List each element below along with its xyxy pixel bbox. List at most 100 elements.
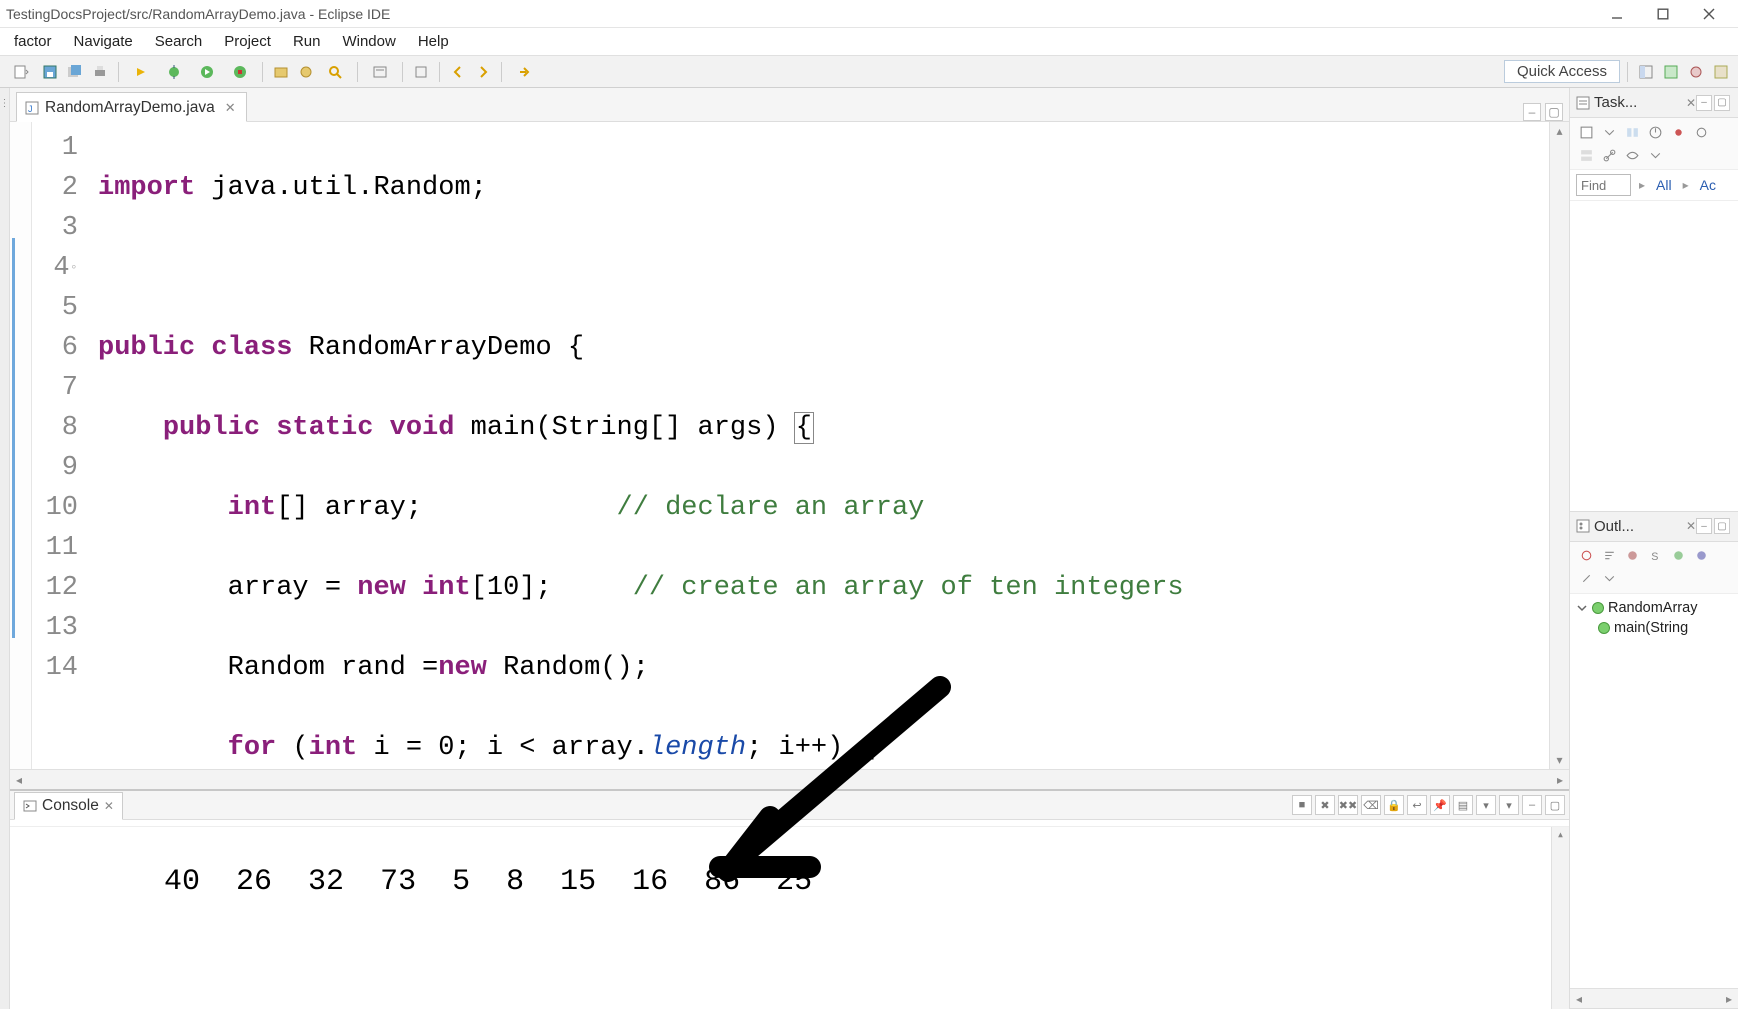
console-tab[interactable]: Console ✕ <box>14 792 123 820</box>
maximize-view-button[interactable]: ▢ <box>1714 95 1730 111</box>
menu-window[interactable]: Window <box>332 29 405 54</box>
scroll-left-icon[interactable]: ◂ <box>1576 992 1582 1006</box>
close-icon[interactable]: ✕ <box>104 799 114 813</box>
nav-back-button[interactable] <box>447 61 469 83</box>
scroll-up-icon[interactable]: ▴ <box>1556 122 1562 140</box>
menu-help[interactable]: Help <box>408 29 459 54</box>
menu-navigate[interactable]: Navigate <box>64 29 143 54</box>
menu-project[interactable]: Project <box>214 29 281 54</box>
schedule-button[interactable] <box>1645 122 1665 142</box>
clear-console-button[interactable]: ⌫ <box>1361 795 1381 815</box>
link-editor-button[interactable] <box>1576 569 1596 589</box>
outline-menu-dropdown[interactable] <box>1599 569 1619 589</box>
remove-all-button[interactable]: ✖✖ <box>1338 795 1358 815</box>
close-icon[interactable]: ✕ <box>225 100 236 116</box>
save-button[interactable] <box>39 61 61 83</box>
minimize-view-button[interactable]: – <box>1523 103 1541 121</box>
new-console-dropdown[interactable]: ▾ <box>1499 795 1519 815</box>
task-dropdown-button[interactable] <box>1599 122 1619 142</box>
maximize-view-button[interactable]: ▢ <box>1714 518 1730 534</box>
word-wrap-button[interactable]: ↩ <box>1407 795 1427 815</box>
trim-handle-icon[interactable]: ⋮ <box>0 98 10 109</box>
hide-fields-button[interactable] <box>1622 546 1642 566</box>
minimize-button[interactable] <box>1594 0 1640 28</box>
maximize-view-button[interactable]: ▢ <box>1545 795 1565 815</box>
maximize-button[interactable] <box>1640 0 1686 28</box>
toggle-mark-button[interactable] <box>410 61 432 83</box>
link-button[interactable] <box>1599 145 1619 165</box>
new-dropdown-button[interactable] <box>6 61 36 83</box>
outline-toolbar: S <box>1570 542 1738 594</box>
nav-forward-button[interactable] <box>472 61 494 83</box>
team-perspective-button[interactable] <box>1710 61 1732 83</box>
menu-run[interactable]: Run <box>283 29 331 54</box>
scroll-up-icon[interactable]: ▴ <box>1557 827 1564 842</box>
last-edit-button[interactable] <box>509 61 539 83</box>
debug-perspective-button[interactable] <box>1685 61 1707 83</box>
editor-tab-randomarraydemo[interactable]: J RandomArrayDemo.java ✕ <box>16 92 247 122</box>
outline-icon <box>1576 519 1590 533</box>
outline-node-class[interactable]: RandomArray <box>1576 598 1732 618</box>
new-task-button[interactable] <box>1576 122 1596 142</box>
terminate-button[interactable]: ■ <box>1292 795 1312 815</box>
editor-area[interactable]: 1 2 3 4◦ 5 6 7 8 9 10 11 12 13 14 import… <box>10 122 1569 769</box>
java-perspective-button[interactable] <box>1660 61 1682 83</box>
quick-access-field[interactable]: Quick Access <box>1504 60 1620 83</box>
save-all-button[interactable] <box>64 61 86 83</box>
line-number: 2 <box>32 168 78 208</box>
coverage-dropdown-button[interactable] <box>225 61 255 83</box>
scroll-lock-button[interactable]: 🔒 <box>1384 795 1404 815</box>
right-sidebar: Task... ✕ – ▢ ▸ <box>1570 88 1738 1009</box>
collapse-all-button[interactable] <box>1576 145 1596 165</box>
categorize-button[interactable] <box>1622 122 1642 142</box>
scroll-right-icon[interactable]: ▸ <box>1557 773 1563 787</box>
focus-button[interactable] <box>1668 122 1688 142</box>
open-type-button[interactable] <box>320 61 350 83</box>
console-vertical-scrollbar[interactable]: ▴ ▾ <box>1551 827 1569 1009</box>
search-dropdown-button[interactable] <box>365 61 395 83</box>
pin-console-button[interactable]: 📌 <box>1430 795 1450 815</box>
console-output[interactable]: 40 26 32 73 5 8 15 16 86 25 ▴ ▾ <box>10 827 1569 1009</box>
maximize-view-button[interactable]: ▢ <box>1545 103 1563 121</box>
scroll-right-icon[interactable]: ▸ <box>1726 992 1732 1006</box>
filter-all-link[interactable]: All <box>1653 177 1675 193</box>
run-dropdown-button[interactable] <box>192 61 222 83</box>
new-package-button[interactable] <box>270 61 292 83</box>
chevron-down-icon[interactable] <box>1576 602 1588 614</box>
open-console-dropdown[interactable]: ▾ <box>1476 795 1496 815</box>
display-selected-button[interactable]: ▤ <box>1453 795 1473 815</box>
print-button[interactable] <box>89 61 111 83</box>
outline-node-method[interactable]: main(String <box>1576 618 1732 638</box>
open-perspective-button[interactable] <box>1635 61 1657 83</box>
code-text[interactable]: import java.util.Random; ​ public class … <box>88 122 1549 769</box>
close-window-button[interactable] <box>1686 0 1732 28</box>
sync-button[interactable] <box>1691 122 1711 142</box>
menu-search[interactable]: Search <box>145 29 213 54</box>
remove-launch-button[interactable]: ✖ <box>1315 795 1335 815</box>
task-list-body[interactable] <box>1570 201 1738 511</box>
hide-static-button[interactable]: S <box>1645 546 1665 566</box>
debug-dropdown-button[interactable] <box>159 61 189 83</box>
focus-active-button[interactable] <box>1576 546 1596 566</box>
outline-tree[interactable]: RandomArray main(String <box>1570 594 1738 988</box>
scroll-down-icon[interactable]: ▾ <box>1556 751 1562 769</box>
close-icon[interactable]: ✕ <box>1686 519 1696 533</box>
menu-refactor[interactable]: factor <box>4 29 62 54</box>
minimize-view-button[interactable]: – <box>1522 795 1542 815</box>
minimize-view-button[interactable]: – <box>1696 95 1712 111</box>
new-class-button[interactable] <box>295 61 317 83</box>
task-find-input[interactable] <box>1576 174 1631 196</box>
editor-horizontal-scrollbar[interactable]: ◂ ▸ <box>10 769 1569 789</box>
minimize-view-button[interactable]: – <box>1696 518 1712 534</box>
hide-local-button[interactable] <box>1691 546 1711 566</box>
menu-dropdown-button[interactable] <box>1645 145 1665 165</box>
sort-button[interactable] <box>1599 546 1619 566</box>
close-icon[interactable]: ✕ <box>1686 96 1696 110</box>
editor-vertical-scrollbar[interactable]: ▴ ▾ <box>1549 122 1569 769</box>
outline-horizontal-scrollbar[interactable]: ◂ ▸ <box>1570 988 1738 1008</box>
hide-button[interactable] <box>1622 145 1642 165</box>
build-dropdown-button[interactable] <box>126 61 156 83</box>
filter-active-link[interactable]: Ac <box>1697 177 1719 193</box>
scroll-left-icon[interactable]: ◂ <box>16 773 22 787</box>
hide-nonpublic-button[interactable] <box>1668 546 1688 566</box>
